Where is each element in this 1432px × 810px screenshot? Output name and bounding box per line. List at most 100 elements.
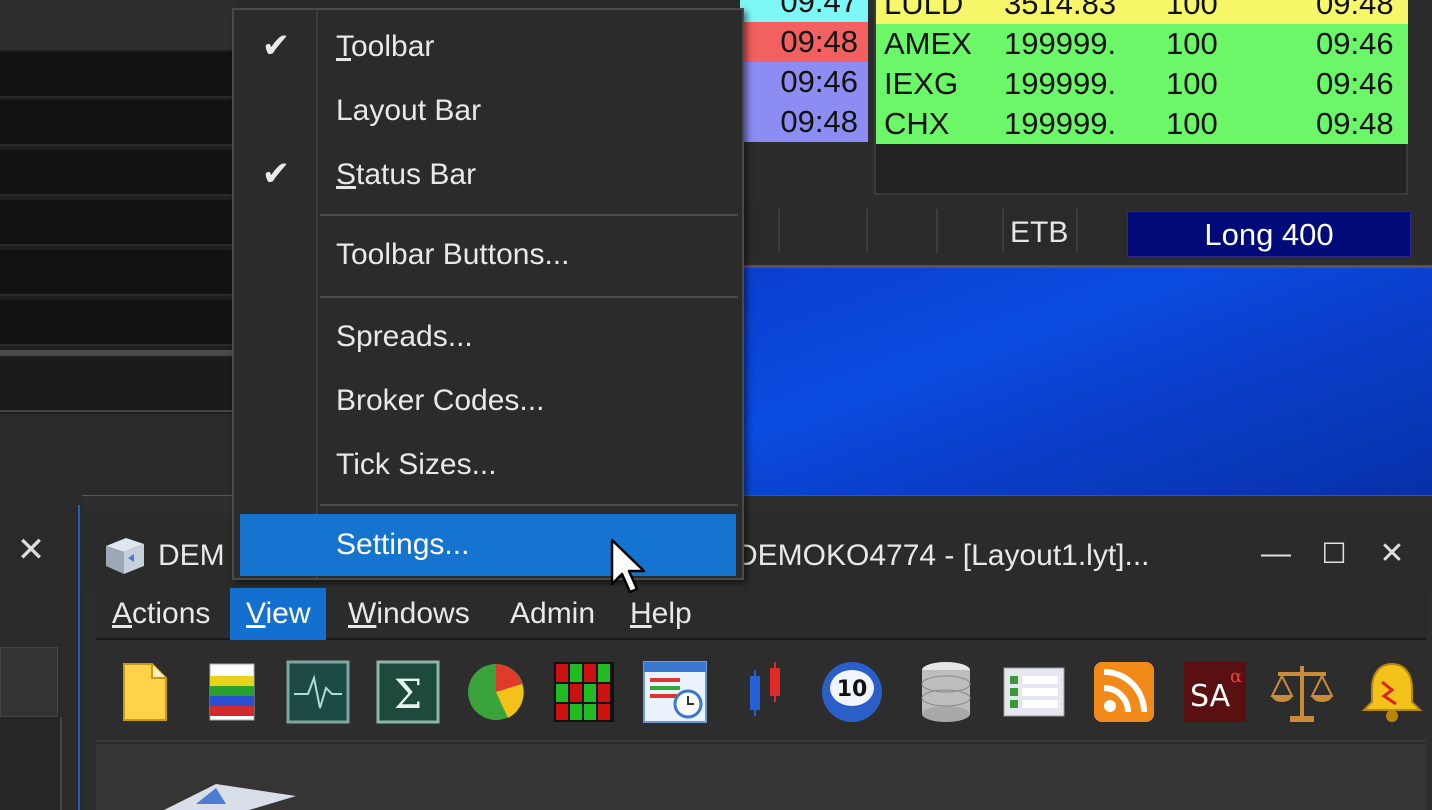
alert-bell-icon bbox=[1361, 662, 1423, 722]
menu-admin[interactable]: Admin bbox=[494, 588, 611, 640]
menu-windows[interactable]: Windows bbox=[332, 588, 486, 640]
candlestick-icon bbox=[750, 662, 780, 716]
left-panel-row[interactable] bbox=[0, 52, 235, 98]
schedule-icon bbox=[643, 661, 707, 723]
menu-item-label: Toolbar bbox=[336, 16, 434, 78]
quote-row[interactable]: AMEX 199999. 100 09:46 bbox=[876, 24, 1408, 64]
menu-item-broker-codes[interactable]: Broker Codes... bbox=[234, 370, 742, 432]
checkmark-icon: ✔ bbox=[261, 27, 291, 65]
color-layout-button[interactable] bbox=[198, 658, 266, 726]
menu-item-label: Layout Bar bbox=[336, 80, 481, 142]
quotes-window: 09:47 09:48 09:46 09:48 LULD 3514.83 100 09:48… bbox=[740, 0, 1432, 268]
secondary-window-pane bbox=[0, 717, 62, 810]
left-panel-splitter[interactable] bbox=[0, 350, 235, 356]
menu-label: elp bbox=[651, 597, 692, 630]
menu-item-spreads[interactable]: Spreads... bbox=[234, 306, 742, 368]
menu-item-text: Tick Sizes... bbox=[336, 448, 497, 481]
quote-row[interactable]: IEXG 199999. 100 09:46 bbox=[876, 64, 1408, 104]
pie-chart-button[interactable] bbox=[462, 658, 530, 726]
left-background-panel bbox=[0, 0, 235, 500]
quote-time-cell: 09:47 bbox=[740, 0, 868, 22]
secondary-window: ✕ bbox=[0, 505, 80, 810]
menu-item-label: Settings... bbox=[336, 514, 469, 576]
quote-time: 09:46 bbox=[1316, 66, 1394, 101]
left-panel-row[interactable] bbox=[0, 250, 235, 296]
window-title-prefix: DEM bbox=[158, 539, 225, 572]
left-panel-row[interactable] bbox=[0, 200, 235, 246]
toolbar: Σ 10 SA α bbox=[96, 646, 1426, 742]
quote-row[interactable]: CHX 199999. 100 09:48 bbox=[876, 104, 1408, 144]
left-panel-bottom bbox=[0, 414, 235, 500]
menu-item-label: Tick Sizes... bbox=[336, 434, 497, 496]
minimize-icon[interactable]: — bbox=[1254, 534, 1298, 574]
schedule-button[interactable] bbox=[640, 658, 708, 726]
quote-size: 100 bbox=[1166, 0, 1218, 21]
position-badge: Long 400 bbox=[1127, 211, 1411, 257]
close-icon[interactable]: ✕ bbox=[1370, 534, 1414, 574]
database-icon bbox=[921, 662, 971, 722]
maximize-icon[interactable]: ☐ bbox=[1312, 534, 1356, 574]
quote-price: 3514.83 bbox=[1004, 0, 1117, 21]
menu-bar: Actions View Windows Admin Help bbox=[96, 588, 1426, 640]
menu-view[interactable]: View bbox=[230, 588, 327, 640]
sigma-icon: Σ bbox=[376, 660, 440, 724]
menu-mnemonic: V bbox=[246, 597, 266, 630]
quote-size: 100 bbox=[1166, 26, 1218, 61]
ball-10-button[interactable]: 10 bbox=[818, 658, 886, 726]
menu-item-toolbar-buttons[interactable]: Toolbar Buttons... bbox=[234, 224, 742, 286]
status-separator bbox=[866, 209, 868, 253]
menu-mnemonic: A bbox=[112, 597, 133, 630]
quote-time-cell: 09:46 bbox=[740, 62, 868, 102]
desktop-background bbox=[740, 268, 1432, 496]
quote-time: 09:46 bbox=[1316, 26, 1394, 61]
menu-item-text: Spreads... bbox=[336, 320, 473, 353]
menu-label: ctions bbox=[132, 597, 211, 630]
etb-label: ETB bbox=[1010, 216, 1069, 249]
list-view-button[interactable] bbox=[1000, 658, 1068, 726]
database-button[interactable] bbox=[912, 658, 980, 726]
menu-label: indows bbox=[376, 597, 470, 630]
left-panel-row[interactable] bbox=[0, 100, 235, 146]
heatmap-button[interactable] bbox=[550, 658, 618, 726]
quote-status-strip: ETB Long 400 bbox=[740, 205, 1432, 257]
ball-10-icon: 10 bbox=[822, 662, 882, 722]
quote-row[interactable]: LULD 3514.83 100 09:48 bbox=[876, 0, 1408, 24]
menu-separator bbox=[320, 214, 738, 216]
sigma-button[interactable]: Σ bbox=[374, 658, 442, 726]
quote-exchange: AMEX bbox=[884, 26, 972, 61]
rss-button[interactable] bbox=[1090, 658, 1158, 726]
menu-actions[interactable]: Actions bbox=[96, 588, 226, 640]
window-title: DEMOKO4774 - [Layout1.lyt]... bbox=[736, 539, 1150, 572]
quote-exchange: CHX bbox=[884, 106, 950, 141]
scales-icon bbox=[1270, 666, 1334, 722]
status-separator bbox=[936, 209, 938, 253]
menu-item-status-bar[interactable]: ✔ Status Bar bbox=[234, 144, 742, 206]
menu-item-label: Spreads... bbox=[336, 306, 473, 368]
left-panel-row[interactable] bbox=[0, 300, 235, 346]
menu-item-settings[interactable]: Settings... bbox=[240, 514, 736, 576]
svg-text:SA: SA bbox=[1190, 679, 1231, 714]
quote-exchange: IEXG bbox=[884, 66, 959, 101]
alert-bell-button[interactable] bbox=[1358, 658, 1426, 726]
menu-item-text: Broker Codes... bbox=[336, 384, 545, 417]
close-icon[interactable]: ✕ bbox=[14, 533, 48, 569]
quote-time-cell: 09:48 bbox=[740, 102, 868, 142]
menu-item-label: Broker Codes... bbox=[336, 370, 544, 432]
mouse-cursor-icon bbox=[610, 538, 646, 594]
menu-item-layout-bar[interactable]: Layout Bar bbox=[234, 80, 742, 142]
menu-item-tick-sizes[interactable]: Tick Sizes... bbox=[234, 434, 742, 496]
left-panel-row[interactable] bbox=[0, 150, 235, 196]
sa-alpha-button[interactable]: SA α bbox=[1180, 658, 1248, 726]
menu-item-label: Toolbar Buttons... bbox=[336, 224, 569, 286]
left-panel-header bbox=[0, 0, 235, 50]
workspace-area bbox=[96, 744, 1426, 810]
candlestick-button[interactable] bbox=[732, 658, 800, 726]
status-separator bbox=[1002, 209, 1004, 253]
menu-item-toolbar[interactable]: ✔ Toolbar bbox=[234, 16, 742, 78]
new-document-button[interactable] bbox=[110, 658, 178, 726]
svg-text:α: α bbox=[1230, 666, 1242, 687]
menu-item-label: Status Bar bbox=[336, 144, 476, 206]
scales-button[interactable] bbox=[1268, 658, 1336, 726]
color-layout-icon bbox=[209, 663, 255, 721]
chart-pulse-button[interactable] bbox=[284, 658, 352, 726]
